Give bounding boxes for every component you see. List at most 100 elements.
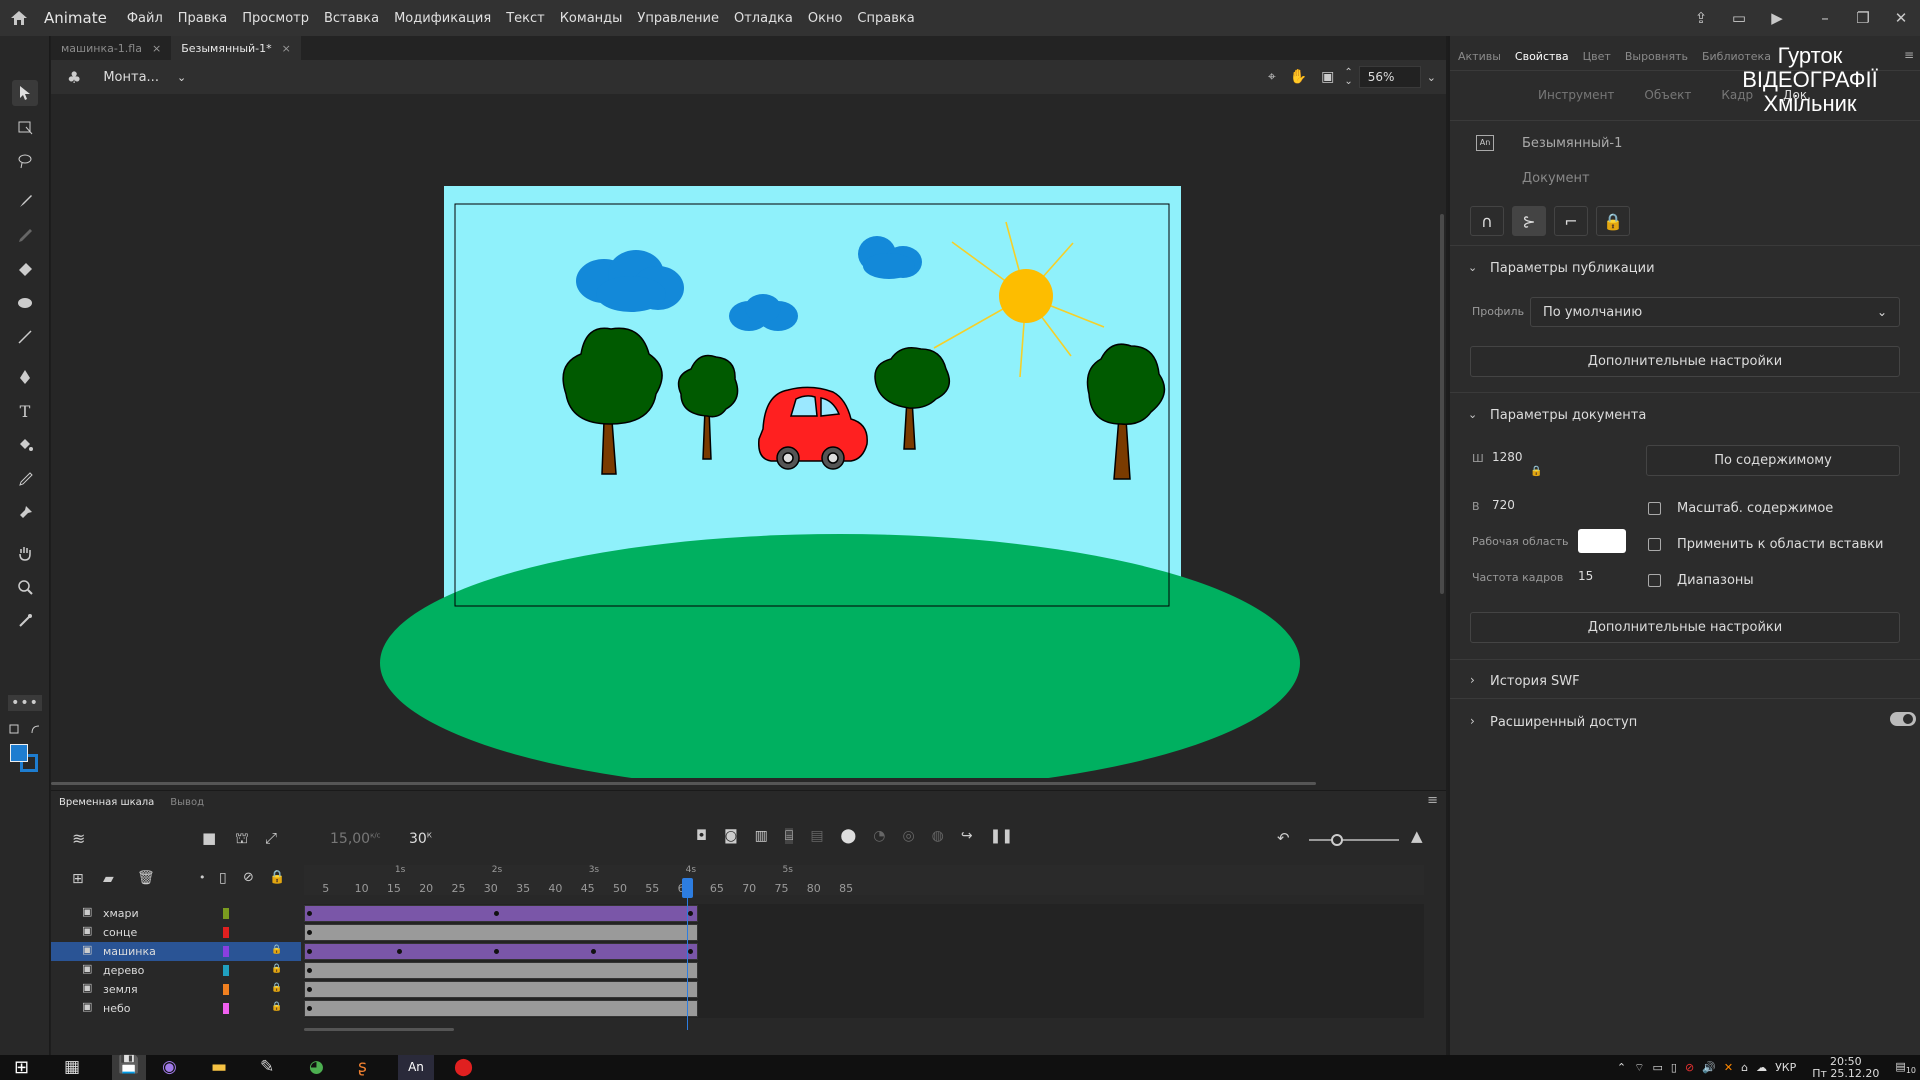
save-app-icon[interactable]: 💾 (112, 1055, 146, 1080)
language-indicator[interactable]: УКР (1775, 1061, 1796, 1074)
keyframe[interactable] (307, 930, 312, 935)
frame-ruler[interactable]: 5101520253035404550556065707580851s2s3s4… (304, 865, 1424, 895)
new-folder-icon[interactable]: ▰ (103, 871, 114, 887)
fit-content-button[interactable]: По содержимому (1646, 445, 1900, 476)
layers-icon[interactable]: ≋ (72, 829, 85, 848)
bone-tool-icon[interactable] (12, 608, 38, 634)
slider-thumb[interactable] (1331, 834, 1343, 846)
frame-track[interactable] (304, 999, 1424, 1018)
animate-taskbar-icon[interactable]: An (398, 1055, 434, 1080)
new-layer-icon[interactable]: ⊞ (72, 871, 84, 887)
menu-help[interactable]: Справка (857, 11, 914, 26)
profile-select[interactable]: По умолчанию ⌄ (1530, 297, 1900, 327)
pen-tool-icon[interactable] (12, 364, 38, 390)
advanced-access-title[interactable]: Расширенный доступ (1490, 715, 1637, 730)
scale-content-row[interactable]: Масштаб. содержимое (1648, 501, 1833, 516)
center-stage-icon[interactable]: ⌖ (1268, 69, 1276, 85)
rulers-icon[interactable]: ⌐ (1554, 206, 1588, 236)
scene-selector[interactable]: Монта... (103, 70, 159, 85)
lock-guides-icon[interactable]: 🔒 (1596, 206, 1630, 236)
camera-icon[interactable]: ■ (202, 829, 216, 847)
menu-control[interactable]: Управление (637, 11, 719, 26)
onedrive-icon[interactable]: ☁ (1756, 1061, 1767, 1074)
static-span[interactable] (304, 981, 698, 998)
frame-track[interactable] (304, 904, 1424, 923)
eraser-tool-icon[interactable] (12, 256, 38, 282)
chevron-down-icon[interactable]: ⌄ (1468, 408, 1477, 421)
doc-params-title[interactable]: Параметры документа (1490, 408, 1646, 423)
text-tool-icon[interactable]: T (12, 398, 38, 424)
pause-icon[interactable]: ❚❚ (990, 828, 1013, 844)
tab-timeline[interactable]: Временная шкала (59, 797, 154, 808)
static-span[interactable] (304, 924, 698, 941)
paint-bucket-tool-icon[interactable] (12, 432, 38, 458)
close-window-icon[interactable]: ✕ (1882, 9, 1920, 27)
highlight-layer-icon[interactable]: • (199, 871, 206, 884)
frame-track[interactable] (304, 942, 1424, 961)
apply-pasteboard-checkbox[interactable] (1648, 538, 1661, 551)
chevron-right-icon[interactable]: › (1470, 673, 1475, 687)
clock[interactable]: 20:50 Пт 25.12.20 (1812, 1055, 1879, 1080)
ranges-checkbox[interactable] (1648, 574, 1661, 587)
keyframe[interactable] (307, 1006, 312, 1011)
zoom-input[interactable]: 56% (1358, 66, 1421, 88)
mountain-icon[interactable]: ▲ (1411, 827, 1423, 845)
chevron-right-icon[interactable]: › (1470, 714, 1475, 728)
horizontal-scrollbar[interactable] (51, 782, 1316, 785)
onion-skin-icon[interactable]: ▤ (810, 828, 823, 844)
app-s-icon[interactable]: ʂ (358, 1057, 367, 1077)
app-tray-icon[interactable]: ✕ (1724, 1061, 1733, 1074)
stage-artwork[interactable] (51, 94, 1446, 778)
chrome-icon[interactable]: ◕ (309, 1057, 324, 1077)
stroke-fill-color-icon[interactable] (10, 744, 40, 774)
tab-color[interactable]: Цвет (1583, 50, 1611, 63)
share-icon[interactable]: ⇪ (1682, 9, 1720, 27)
link-icon[interactable]: 🔒 (1530, 466, 1542, 477)
snap-objects-icon[interactable]: ⊱ (1512, 206, 1546, 236)
frame-track[interactable] (304, 980, 1424, 999)
publish-more-settings-button[interactable]: Дополнительные настройки (1470, 346, 1900, 377)
outline-layers-icon[interactable]: ▯ (219, 870, 227, 886)
snap-magnet-icon[interactable]: ∩ (1470, 206, 1504, 236)
recorder-icon[interactable]: ⬤ (454, 1057, 473, 1077)
oval-tool-icon[interactable] (12, 290, 38, 316)
swf-history-title[interactable]: История SWF (1490, 674, 1580, 689)
onion-outline-icon[interactable]: ⬤ (841, 828, 857, 844)
fps-input[interactable]: 15 (1578, 569, 1593, 583)
menu-insert[interactable]: Вставка (324, 11, 379, 26)
swap-colors-icon[interactable] (8, 722, 42, 736)
static-span[interactable] (304, 962, 698, 979)
zoom-dropdown-icon[interactable]: ⌄ (1427, 71, 1436, 84)
pin-tool-icon[interactable] (12, 500, 38, 526)
free-transform-tool-icon[interactable] (12, 114, 38, 140)
menu-file[interactable]: Файл (127, 11, 163, 26)
paint-icon[interactable]: ✎ (260, 1057, 274, 1077)
apply-pasteboard-row[interactable]: Применить к области вставки (1648, 537, 1883, 552)
lasso-tool-icon[interactable] (12, 148, 38, 174)
frame-track[interactable] (304, 923, 1424, 942)
insert-keyframe-icon[interactable]: ◘ (696, 828, 707, 844)
create-tween-icon[interactable]: ⌸ (784, 828, 794, 844)
hide-layers-icon[interactable]: ⊘ (243, 870, 254, 885)
tab-assets[interactable]: Активы (1458, 50, 1501, 63)
static-span[interactable] (304, 1000, 698, 1017)
menu-commands[interactable]: Команды (560, 11, 623, 26)
menu-debug[interactable]: Отладка (734, 11, 793, 26)
keyframe[interactable] (307, 949, 312, 954)
frame-value[interactable]: 30К (409, 831, 432, 847)
panel-menu-icon[interactable]: ≡ (1427, 793, 1438, 808)
tray-chevron-icon[interactable]: ⌃ (1617, 1061, 1626, 1074)
test-movie-icon[interactable]: ▶ (1758, 9, 1796, 27)
advanced-access-toggle[interactable] (1890, 712, 1916, 726)
canvas-area[interactable] (51, 94, 1446, 778)
tab-properties[interactable]: Свойства (1515, 50, 1569, 63)
restore-icon[interactable]: ❐ (1844, 9, 1882, 27)
publish-section-title[interactable]: Параметры публикации (1490, 261, 1655, 276)
close-tab-icon[interactable]: × (152, 42, 161, 55)
selection-tool-icon[interactable] (12, 80, 38, 106)
stage-color-swatch[interactable] (1578, 529, 1626, 553)
more-tools-icon[interactable]: ••• (8, 690, 42, 716)
display-icon[interactable]: ▭ (1652, 1061, 1662, 1074)
network-icon[interactable]: ⌔ (1634, 1061, 1644, 1075)
timeline-scrollbar[interactable] (304, 1028, 454, 1031)
